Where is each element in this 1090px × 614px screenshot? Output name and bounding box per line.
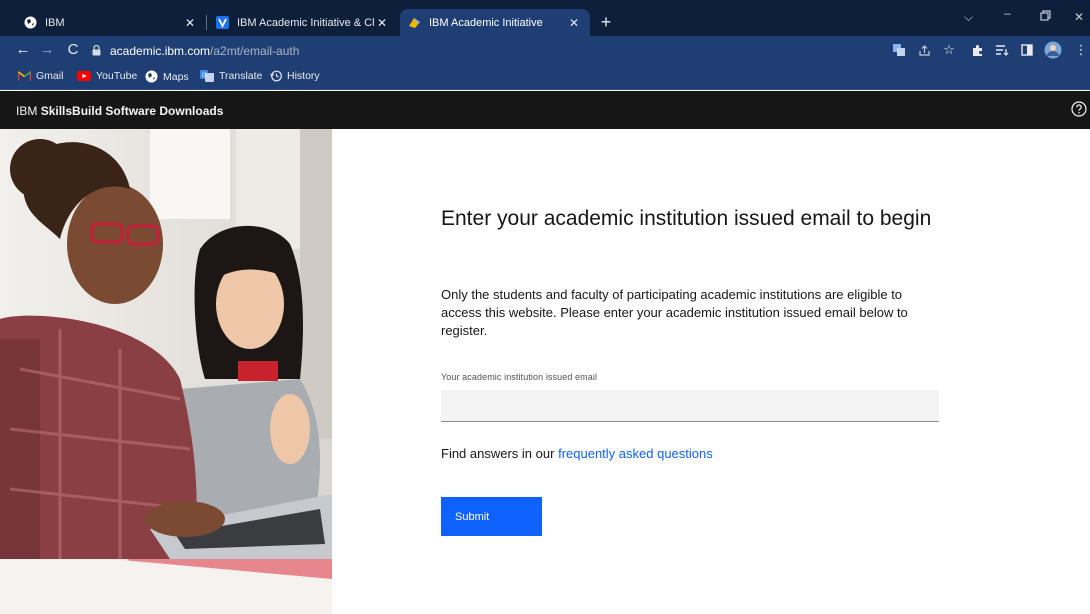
bookmark-label: History xyxy=(287,70,320,82)
restore-icon[interactable] xyxy=(1040,10,1051,24)
academic-cap-icon xyxy=(408,16,421,29)
tab-title: IBM Academic Initiative & Cloud xyxy=(237,16,374,29)
translate-page-icon[interactable] xyxy=(890,41,908,59)
history-icon xyxy=(270,70,282,82)
bookmarks-bar: Gmail YouTube Maps G Translate History xyxy=(0,65,1090,90)
site-header: IBM SkillsBuild Software Downloads xyxy=(0,91,1090,129)
tab-ibm[interactable]: IBM ✕ xyxy=(16,9,206,36)
browser-toolbar: ← → C academic.ibm.com/a2mt/email-auth ☆… xyxy=(0,36,1090,65)
window-close-icon[interactable]: ✕ xyxy=(1074,10,1084,24)
brand-prefix: IBM xyxy=(16,104,38,118)
browser-tab-strip: IBM ✕ IBM Academic Initiative & Cloud ✕ … xyxy=(0,0,1090,36)
tab-divider xyxy=(206,15,207,30)
bookmark-label: Maps xyxy=(163,70,189,83)
url-domain: academic.ibm.com xyxy=(110,43,211,58)
page-title: Enter your academic institution issued e… xyxy=(441,207,932,230)
tab-ibm-academic-cloud[interactable]: IBM Academic Initiative & Cloud ✕ xyxy=(208,9,398,36)
faq-link[interactable]: frequently asked questions xyxy=(558,446,713,461)
bookmark-star-icon[interactable]: ☆ xyxy=(940,41,958,59)
url-path: /a2mt/email-auth xyxy=(210,43,300,58)
minimize-icon[interactable]: – xyxy=(1004,6,1011,20)
youtube-icon xyxy=(77,71,91,81)
maps-icon xyxy=(145,70,158,83)
email-field-label: Your academic institution issued email xyxy=(441,372,598,382)
tab-ibm-academic-initiative[interactable]: IBM Academic Initiative ✕ xyxy=(400,9,590,36)
bookmark-label: Gmail xyxy=(36,70,64,82)
more-menu-icon[interactable]: ⋮ xyxy=(1072,41,1090,59)
email-field[interactable] xyxy=(441,390,939,422)
chevron-down-icon[interactable]: ⌵ xyxy=(964,10,973,25)
share-icon[interactable] xyxy=(915,41,933,59)
submit-button[interactable]: Submit xyxy=(441,497,542,536)
bookmark-maps[interactable]: Maps xyxy=(145,70,189,83)
help-icon[interactable] xyxy=(1071,101,1087,117)
reload-icon[interactable]: C xyxy=(64,41,82,59)
extensions-icon[interactable] xyxy=(968,41,986,59)
bookmark-label: YouTube xyxy=(96,70,138,82)
globe-icon xyxy=(24,16,37,29)
hero-photo xyxy=(0,129,332,614)
bookmark-label: Translate xyxy=(219,70,263,82)
close-icon[interactable]: ✕ xyxy=(182,15,198,31)
tab-title: IBM Academic Initiative xyxy=(429,16,543,29)
gmail-icon xyxy=(18,71,31,81)
page-description: Only the students and faculty of partici… xyxy=(441,287,908,338)
site-brand[interactable]: IBM SkillsBuild Software Downloads xyxy=(16,104,223,118)
svg-text:G: G xyxy=(202,73,207,79)
lock-icon xyxy=(92,45,101,56)
address-bar[interactable]: academic.ibm.com/a2mt/email-auth xyxy=(92,39,970,62)
bookmark-gmail[interactable]: Gmail xyxy=(18,70,63,82)
new-tab-button[interactable]: + xyxy=(596,12,616,32)
translate-icon: G xyxy=(200,70,214,82)
reading-list-icon[interactable] xyxy=(993,41,1011,59)
side-panel-icon[interactable] xyxy=(1018,41,1036,59)
ibm-v-icon xyxy=(216,16,229,29)
back-arrow-icon[interactable]: ← xyxy=(14,41,32,59)
bookmark-youtube[interactable]: YouTube xyxy=(77,70,137,82)
bookmark-translate[interactable]: G Translate xyxy=(200,70,262,82)
faq-prefix: Find answers in our xyxy=(441,446,555,461)
profile-avatar-icon[interactable] xyxy=(1044,41,1062,59)
close-icon[interactable]: ✕ xyxy=(374,15,390,31)
faq-line: Find answers in our frequently asked que… xyxy=(441,446,713,461)
brand-name: SkillsBuild Software Downloads xyxy=(40,104,224,118)
tab-title: IBM xyxy=(45,16,65,29)
forward-arrow-icon[interactable]: → xyxy=(38,41,56,59)
close-icon[interactable]: ✕ xyxy=(566,15,582,31)
bookmark-history[interactable]: History xyxy=(270,70,320,82)
